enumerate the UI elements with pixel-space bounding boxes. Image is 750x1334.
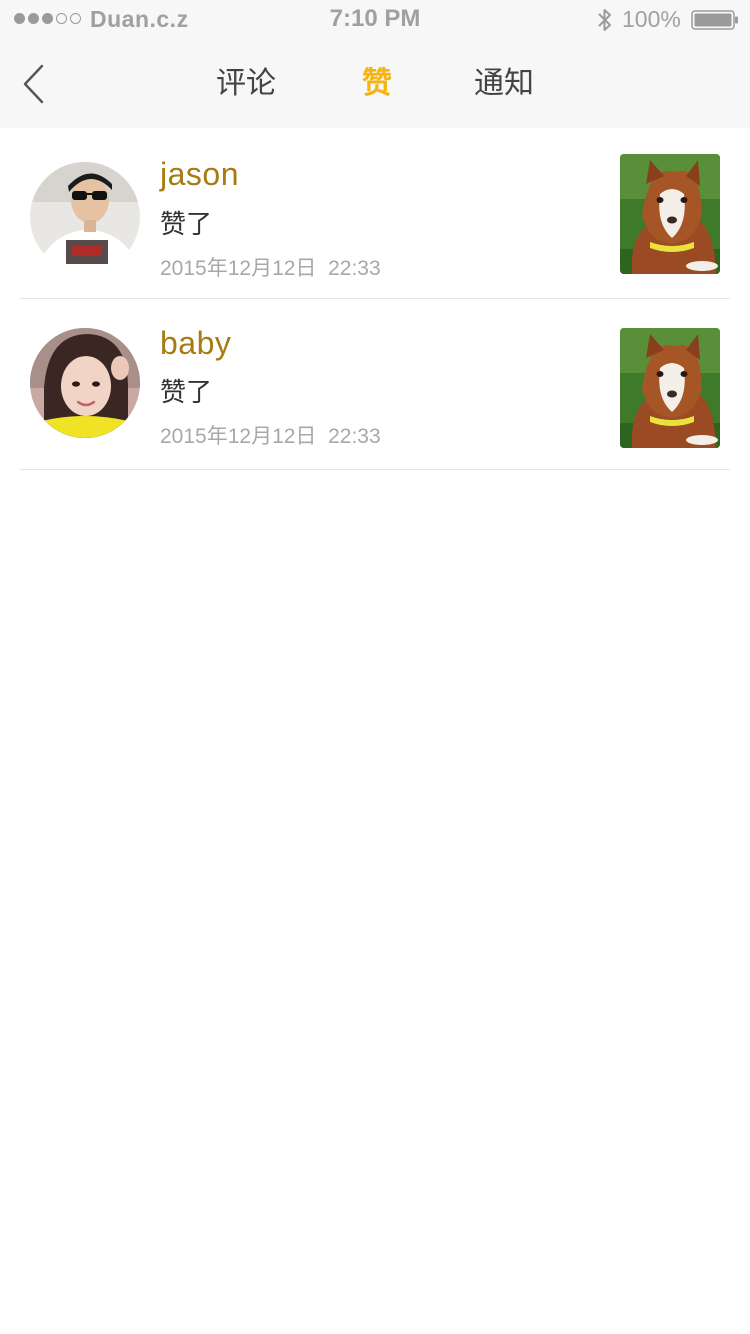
tab-comments[interactable]: 评论 [216, 66, 276, 102]
chevron-left-icon [23, 64, 44, 104]
like-action-text: 赞了 [160, 209, 213, 239]
bluetooth-icon [596, 7, 614, 33]
username[interactable]: jason [160, 156, 239, 193]
status-bar: Duan.c.z 7:10 PM 100% [0, 0, 750, 40]
nav-bar: 评论 赞 通知 [0, 40, 750, 128]
dog-photo-thumbnail[interactable] [620, 154, 720, 274]
likes-list: jason 赞了 2015年12月12日 22:33 baby 赞了 2015年… [0, 128, 750, 470]
user-avatar[interactable] [30, 328, 140, 438]
like-action-text: 赞了 [160, 377, 213, 407]
user-avatar[interactable] [30, 162, 140, 272]
battery-percent: 100% [622, 6, 681, 32]
back-button[interactable] [14, 62, 58, 106]
battery-icon [691, 10, 739, 30]
like-timestamp: 2015年12月12日 22:33 [160, 425, 381, 448]
tab-likes[interactable]: 赞 [362, 66, 392, 102]
like-timestamp: 2015年12月12日 22:33 [160, 257, 381, 280]
list-item[interactable]: jason 赞了 2015年12月12日 22:33 [20, 128, 730, 299]
list-item[interactable]: baby 赞了 2015年12月12日 22:33 [20, 299, 730, 470]
dog-photo-thumbnail[interactable] [620, 328, 720, 448]
tab-notifications[interactable]: 通知 [474, 66, 534, 102]
username[interactable]: baby [160, 325, 231, 362]
